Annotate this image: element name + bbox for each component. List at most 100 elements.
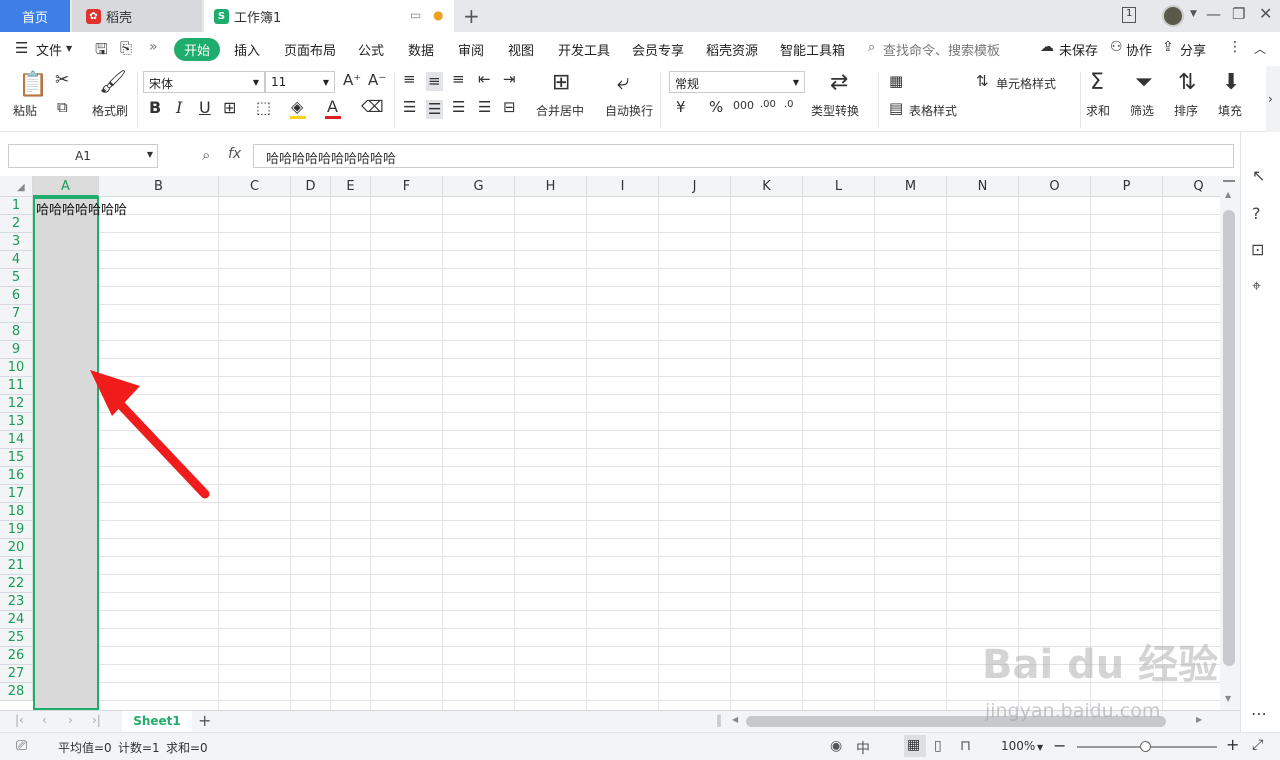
prev-sheet-icon[interactable]: ‹ <box>42 713 47 727</box>
font-color-icon[interactable]: A <box>327 99 338 115</box>
formula-input[interactable]: 哈哈哈哈哈哈哈哈哈哈 <box>253 144 1234 168</box>
help-icon[interactable]: ? <box>1252 204 1261 223</box>
share-icon[interactable]: ⇪ <box>1162 39 1174 55</box>
zoom-slider-thumb[interactable] <box>1140 741 1151 752</box>
row-header-3[interactable]: 3 <box>0 233 33 251</box>
window-count-badge[interactable]: 1 <box>1122 7 1137 23</box>
cell-style-icon[interactable]: ⬚ <box>256 100 271 116</box>
minimize-icon[interactable]: — <box>1206 5 1221 23</box>
currency-icon[interactable]: ¥ <box>676 100 686 115</box>
sort-button[interactable]: 排序 <box>1174 102 1198 119</box>
tab-workbook[interactable]: S 工作簿1 ▭ ● <box>204 0 454 32</box>
column-header-P[interactable]: P <box>1091 176 1163 197</box>
zoom-out-icon[interactable]: − <box>1053 736 1066 755</box>
align-center-icon[interactable]: ☰ <box>426 100 444 119</box>
column-header-D[interactable]: D <box>291 176 331 197</box>
row-header-13[interactable]: 13 <box>0 413 33 431</box>
merge-icon[interactable]: ⊞ <box>552 72 570 94</box>
column-header-G[interactable]: G <box>443 176 515 197</box>
menu-member[interactable]: 会员专享 <box>632 40 684 59</box>
menu-insert[interactable]: 插入 <box>234 40 260 59</box>
row-header-4[interactable]: 4 <box>0 251 33 269</box>
command-search[interactable]: 查找命令、搜索模板 <box>883 40 1000 59</box>
justify-icon[interactable]: ☰ <box>478 100 491 115</box>
row-header-26[interactable]: 26 <box>0 647 33 665</box>
menu-formula[interactable]: 公式 <box>358 40 384 59</box>
increase-font-icon[interactable]: A⁺ <box>343 73 361 88</box>
percent-icon[interactable]: % <box>709 100 723 115</box>
column-header-K[interactable]: K <box>731 176 803 197</box>
align-middle-icon[interactable]: ≡ <box>426 72 443 91</box>
column-header-Q[interactable]: Q <box>1163 176 1220 197</box>
search-icon[interactable]: ⌕ <box>868 40 875 55</box>
eye-protection-icon[interactable]: ◉ <box>830 738 842 754</box>
tab-home[interactable]: 首页 <box>0 0 70 32</box>
menu-daoke-resources[interactable]: 稻壳资源 <box>706 40 758 59</box>
font-size-select[interactable]: 11 ▼ <box>265 71 335 93</box>
row-header-11[interactable]: 11 <box>0 377 33 395</box>
zoom-search-icon[interactable]: ⌕ <box>202 146 210 164</box>
row-header-21[interactable]: 21 <box>0 557 33 575</box>
status-average[interactable]: 平均值=0 <box>58 739 112 756</box>
condition-format-icon[interactable]: ▦ <box>889 74 903 89</box>
decrease-decimal-icon[interactable]: .0 <box>784 100 794 110</box>
page-break-view-icon[interactable]: ⊓ <box>960 738 971 754</box>
next-sheet-icon[interactable]: › <box>68 713 73 727</box>
indent-increase-icon[interactable]: ⇥ <box>503 72 516 87</box>
zoom-level[interactable]: 100% <box>1001 739 1035 753</box>
table-style-button[interactable]: 表格样式 <box>909 102 957 119</box>
column-header-I[interactable]: I <box>587 176 659 197</box>
status-sum[interactable]: 求和=0 <box>166 739 208 756</box>
format-painter-icon[interactable]: 🖌 <box>99 72 127 94</box>
fullscreen-icon[interactable]: ⤢ <box>1252 737 1263 753</box>
border-icon[interactable]: ⊞ <box>223 100 236 116</box>
more-menu-icon[interactable]: ⋮ <box>1228 39 1242 55</box>
distributed-icon[interactable]: ⊟ <box>503 100 516 115</box>
row-header-24[interactable]: 24 <box>0 611 33 629</box>
column-header-L[interactable]: L <box>803 176 875 197</box>
row-header-5[interactable]: 5 <box>0 269 33 287</box>
number-format-select[interactable]: 常规 ▼ <box>669 71 805 93</box>
more-tools-icon[interactable]: ⋯ <box>1251 704 1267 723</box>
row-header-6[interactable]: 6 <box>0 287 33 305</box>
ribbon-scroll[interactable]: › <box>1266 66 1280 132</box>
increase-decimal-icon[interactable]: .00 <box>760 100 776 110</box>
row-header-10[interactable]: 10 <box>0 359 33 377</box>
save-icon[interactable]: 🖫 <box>95 39 108 64</box>
column-header-M[interactable]: M <box>875 176 947 197</box>
vertical-scrollbar[interactable]: ▲ ▼ <box>1220 176 1240 710</box>
avatar-dropdown-icon[interactable]: ▼ <box>1190 9 1197 19</box>
table-style-icon[interactable]: ▤ <box>889 101 903 116</box>
column-header-O[interactable]: O <box>1019 176 1091 197</box>
export-icon[interactable]: ⎘ <box>120 39 132 57</box>
more-quick-icon[interactable]: » <box>149 39 158 55</box>
chevron-down-icon[interactable]: ▼ <box>1037 743 1043 752</box>
fill-button[interactable]: 填充 <box>1218 102 1242 119</box>
format-painter-button[interactable]: 格式刷 <box>92 102 128 119</box>
align-top-icon[interactable]: ≡ <box>403 72 416 87</box>
row-header-14[interactable]: 14 <box>0 431 33 449</box>
share-button[interactable]: 分享 <box>1180 40 1206 59</box>
cloud-icon[interactable]: ☁ <box>1040 39 1054 55</box>
scroll-down-icon[interactable]: ▼ <box>1225 694 1231 703</box>
row-header-8[interactable]: 8 <box>0 323 33 341</box>
avatar[interactable] <box>1162 5 1184 27</box>
column-header-N[interactable]: N <box>947 176 1019 197</box>
convert-icon[interactable]: ⇄ <box>830 72 848 94</box>
sort-icon[interactable]: ⇅ <box>1178 72 1196 94</box>
column-header-J[interactable]: J <box>659 176 731 197</box>
type-convert-button[interactable]: 类型转换 <box>811 102 859 119</box>
italic-icon[interactable]: I <box>176 100 182 116</box>
menu-smart-toolbox[interactable]: 智能工具箱 <box>780 40 845 59</box>
new-tab-icon[interactable]: + <box>463 4 480 28</box>
location-icon[interactable]: ⌖ <box>1252 276 1261 296</box>
vertical-scroll-thumb[interactable] <box>1223 210 1235 666</box>
collab-button[interactable]: 协作 <box>1126 40 1152 59</box>
cell-style-icon[interactable]: ⇅ <box>976 74 989 89</box>
collapse-ribbon-icon[interactable]: ︿ <box>1254 40 1266 57</box>
row-header-7[interactable]: 7 <box>0 305 33 323</box>
align-bottom-icon[interactable]: ≡ <box>452 72 465 87</box>
hamburger-icon[interactable]: ☰ <box>15 39 28 57</box>
spreadsheet-grid[interactable]: ◢ ABCDEFGHIJKLMNOPQ 1 2 3 4 5 6 7 8 9 10 11 12 13 14 1… <box>0 176 1220 710</box>
column-header-E[interactable]: E <box>331 176 371 197</box>
